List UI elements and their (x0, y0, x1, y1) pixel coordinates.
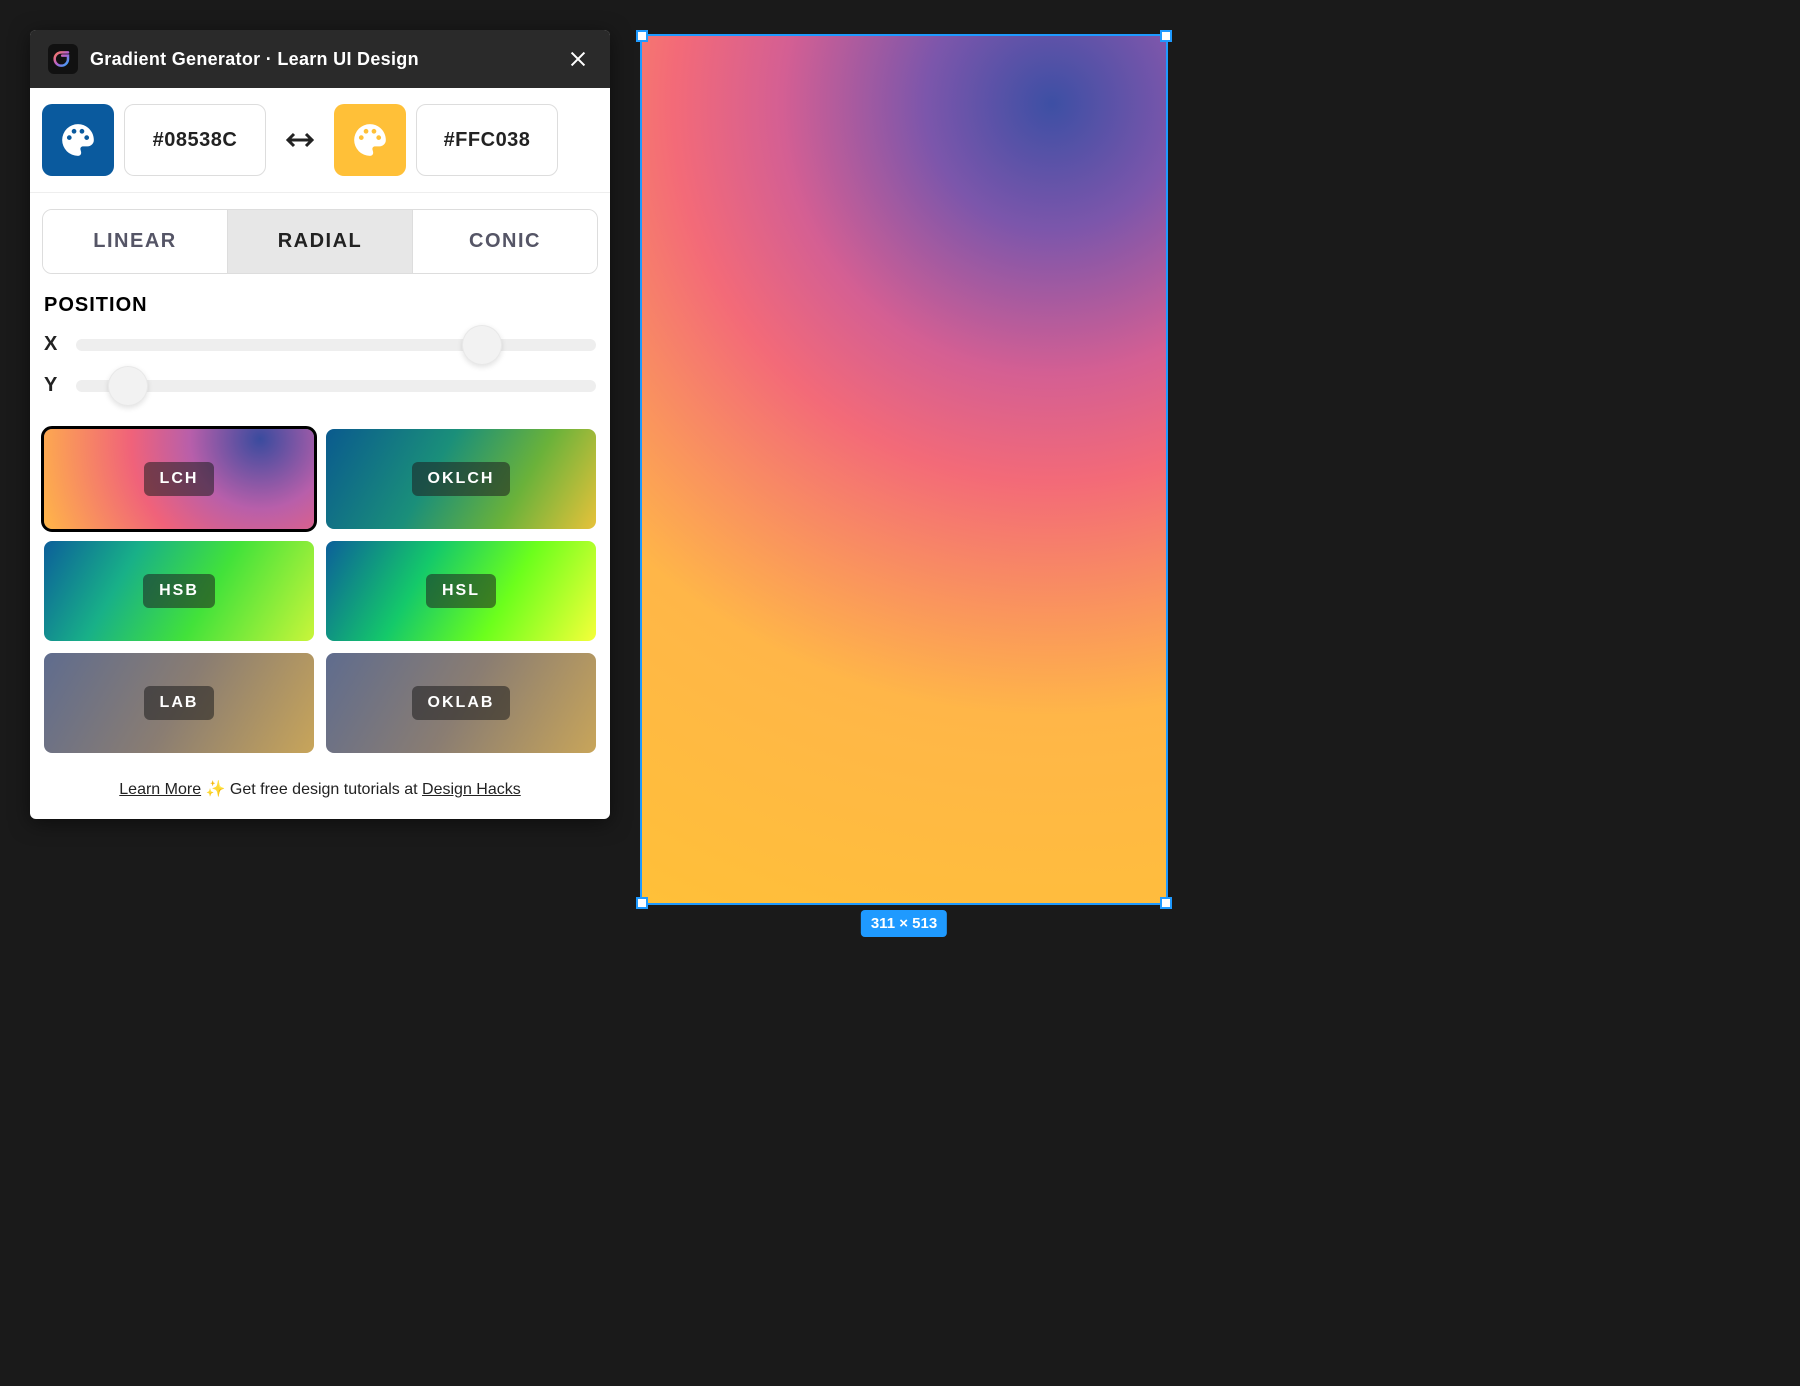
color-space-oklab[interactable]: OKLAB (326, 653, 596, 753)
slider-row-y: Y (44, 374, 596, 397)
color-space-lch[interactable]: LCH (44, 429, 314, 529)
start-color-input[interactable] (124, 104, 266, 176)
axis-label-x: X (44, 333, 62, 356)
slider-x[interactable] (76, 339, 596, 351)
canvas-preview: 311 × 513 (640, 34, 1168, 905)
color-space-grid: LCH OKLCH HSB HSL LAB OKLAB (30, 415, 610, 767)
type-tab-radial[interactable]: RADIAL (227, 210, 412, 273)
color-space-label: LCH (144, 462, 215, 496)
type-tab-conic[interactable]: CONIC (412, 210, 597, 273)
color-space-oklch[interactable]: OKLCH (326, 429, 596, 529)
footer: Learn More ✨ Get free design tutorials a… (30, 767, 610, 819)
panel-title: Gradient Generator · Learn UI Design (90, 49, 552, 70)
type-tab-linear[interactable]: LINEAR (43, 210, 227, 273)
resize-handle-top-right[interactable] (1160, 30, 1172, 42)
close-button[interactable] (564, 45, 592, 73)
color-space-label: LAB (144, 686, 215, 720)
position-section: POSITION X Y (30, 274, 610, 397)
gradient-preview[interactable] (640, 34, 1168, 905)
resize-handle-bottom-left[interactable] (636, 897, 648, 909)
slider-thumb-x[interactable] (462, 325, 502, 365)
color-space-hsl[interactable]: HSL (326, 541, 596, 641)
start-color-swatch[interactable] (42, 104, 114, 176)
slider-row-x: X (44, 333, 596, 356)
panel-header: Gradient Generator · Learn UI Design (30, 30, 610, 88)
axis-label-y: Y (44, 374, 62, 397)
palette-icon (351, 121, 389, 159)
gradient-type-tabs: LINEARRADIALCONIC (42, 209, 598, 274)
gradient-generator-panel: Gradient Generator · Learn UI Design LIN… (30, 30, 610, 819)
color-space-label: HSL (426, 574, 496, 608)
position-label: POSITION (44, 294, 596, 317)
sparkle-icon: ✨ (206, 781, 226, 798)
palette-icon (59, 121, 97, 159)
color-space-lab[interactable]: LAB (44, 653, 314, 753)
slider-thumb-y[interactable] (108, 366, 148, 406)
color-space-label: OKLAB (412, 686, 511, 720)
color-space-label: OKLCH (412, 462, 511, 496)
end-color-swatch[interactable] (334, 104, 406, 176)
end-color-input[interactable] (416, 104, 558, 176)
app-logo-icon (48, 44, 78, 74)
dimensions-badge: 311 × 513 (861, 910, 947, 937)
swap-colors-button[interactable] (276, 116, 324, 164)
color-space-label: HSB (143, 574, 215, 608)
footer-cta-text: Get free design tutorials at (230, 781, 418, 798)
slider-y[interactable] (76, 380, 596, 392)
resize-handle-bottom-right[interactable] (1160, 897, 1172, 909)
design-hacks-link[interactable]: Design Hacks (422, 781, 521, 798)
learn-more-link[interactable]: Learn More (119, 781, 201, 798)
color-inputs-row (30, 88, 610, 193)
swap-icon (282, 122, 318, 158)
color-space-hsb[interactable]: HSB (44, 541, 314, 641)
resize-handle-top-left[interactable] (636, 30, 648, 42)
